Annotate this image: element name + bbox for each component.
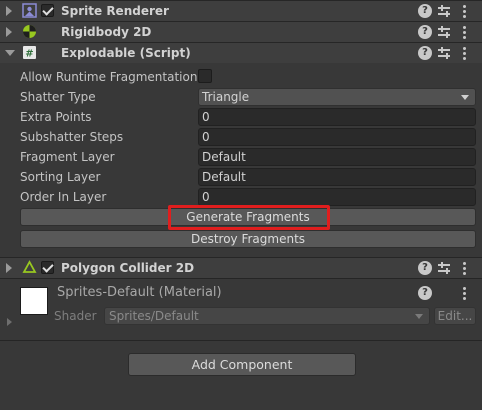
component-title: Rigidbody 2D [61, 25, 152, 39]
sorting-layer-field[interactable]: Default [198, 168, 476, 186]
kebab-menu-icon[interactable] [462, 286, 466, 300]
material-title: Sprites-Default (Material) [57, 285, 222, 300]
enabled-checkbox[interactable] [41, 4, 54, 17]
preset-icon[interactable] [438, 25, 452, 39]
shatter-type-dropdown[interactable]: Triangle [198, 88, 476, 106]
subshatter-steps-label: Subshatter Steps [20, 130, 124, 144]
preset-icon[interactable] [438, 46, 452, 60]
extra-points-field[interactable]: 0 [198, 108, 476, 126]
header-icons: ? [418, 46, 472, 60]
allow-runtime-checkbox[interactable] [198, 69, 212, 83]
kebab-menu-icon[interactable] [462, 261, 466, 275]
help-icon[interactable]: ? [418, 25, 432, 39]
kebab-menu-icon[interactable] [462, 46, 466, 60]
shatter-type-value: Triangle [202, 90, 250, 104]
foldout-arrow-icon[interactable] [6, 263, 12, 273]
component-header-rigidbody[interactable]: Rigidbody 2D ? [0, 21, 482, 42]
order-in-layer-label: Order In Layer [20, 190, 107, 204]
kebab-menu-icon[interactable] [462, 25, 466, 39]
dropdown-arrow-icon [415, 314, 423, 319]
allow-runtime-label: Allow Runtime Fragmentation [20, 70, 198, 84]
enabled-checkbox[interactable] [41, 261, 54, 274]
help-icon[interactable]: ? [418, 286, 432, 300]
sorting-layer-label: Sorting Layer [20, 170, 101, 184]
component-title: Sprite Renderer [61, 4, 169, 18]
kebab-menu-icon[interactable] [462, 4, 466, 18]
component-header-polygon-collider[interactable]: Polygon Collider 2D ? [0, 257, 482, 278]
material-preview[interactable] [20, 287, 48, 315]
component-title: Explodable (Script) [61, 46, 191, 60]
shader-dropdown[interactable]: Sprites/Default [104, 307, 430, 325]
component-header-explodable[interactable]: # Explodable (Script) ? [0, 42, 482, 63]
script-icon: # [23, 46, 36, 60]
edit-shader-button[interactable]: Edit... [434, 307, 476, 325]
add-component-button[interactable]: Add Component [128, 353, 356, 376]
destroy-fragments-button[interactable]: Destroy Fragments [20, 230, 476, 248]
shader-value: Sprites/Default [109, 309, 199, 323]
divider [0, 278, 482, 279]
order-in-layer-field[interactable]: 0 [198, 188, 476, 206]
component-title: Polygon Collider 2D [61, 261, 195, 275]
material-header-icons: ? [418, 286, 472, 300]
help-icon[interactable]: ? [418, 46, 432, 60]
fragment-layer-label: Fragment Layer [20, 150, 115, 164]
help-icon[interactable]: ? [418, 261, 432, 275]
foldout-arrow-icon[interactable] [6, 27, 12, 37]
preset-icon[interactable] [438, 4, 452, 18]
svg-text:#: # [25, 49, 33, 60]
header-icons: ? [418, 4, 472, 18]
header-icons: ? [418, 25, 472, 39]
sprite-renderer-icon [22, 3, 37, 18]
shatter-type-label: Shatter Type [20, 90, 96, 104]
extra-points-label: Extra Points [20, 110, 92, 124]
foldout-arrow-icon[interactable] [5, 50, 15, 56]
polygon-collider-icon [22, 260, 37, 273]
rigidbody-icon [23, 25, 36, 38]
shader-label: Shader [54, 309, 97, 323]
help-icon[interactable]: ? [418, 4, 432, 18]
header-icons: ? [418, 261, 472, 275]
divider [0, 340, 482, 341]
fragment-layer-field[interactable]: Default [198, 148, 476, 166]
component-header-sprite-renderer[interactable]: Sprite Renderer ? [0, 0, 482, 21]
foldout-arrow-icon[interactable] [6, 6, 12, 16]
foldout-arrow-icon[interactable] [7, 318, 12, 326]
subshatter-steps-field[interactable]: 0 [198, 128, 476, 146]
preset-icon[interactable] [438, 261, 452, 275]
dropdown-arrow-icon [461, 95, 469, 100]
highlight-box [168, 205, 330, 230]
